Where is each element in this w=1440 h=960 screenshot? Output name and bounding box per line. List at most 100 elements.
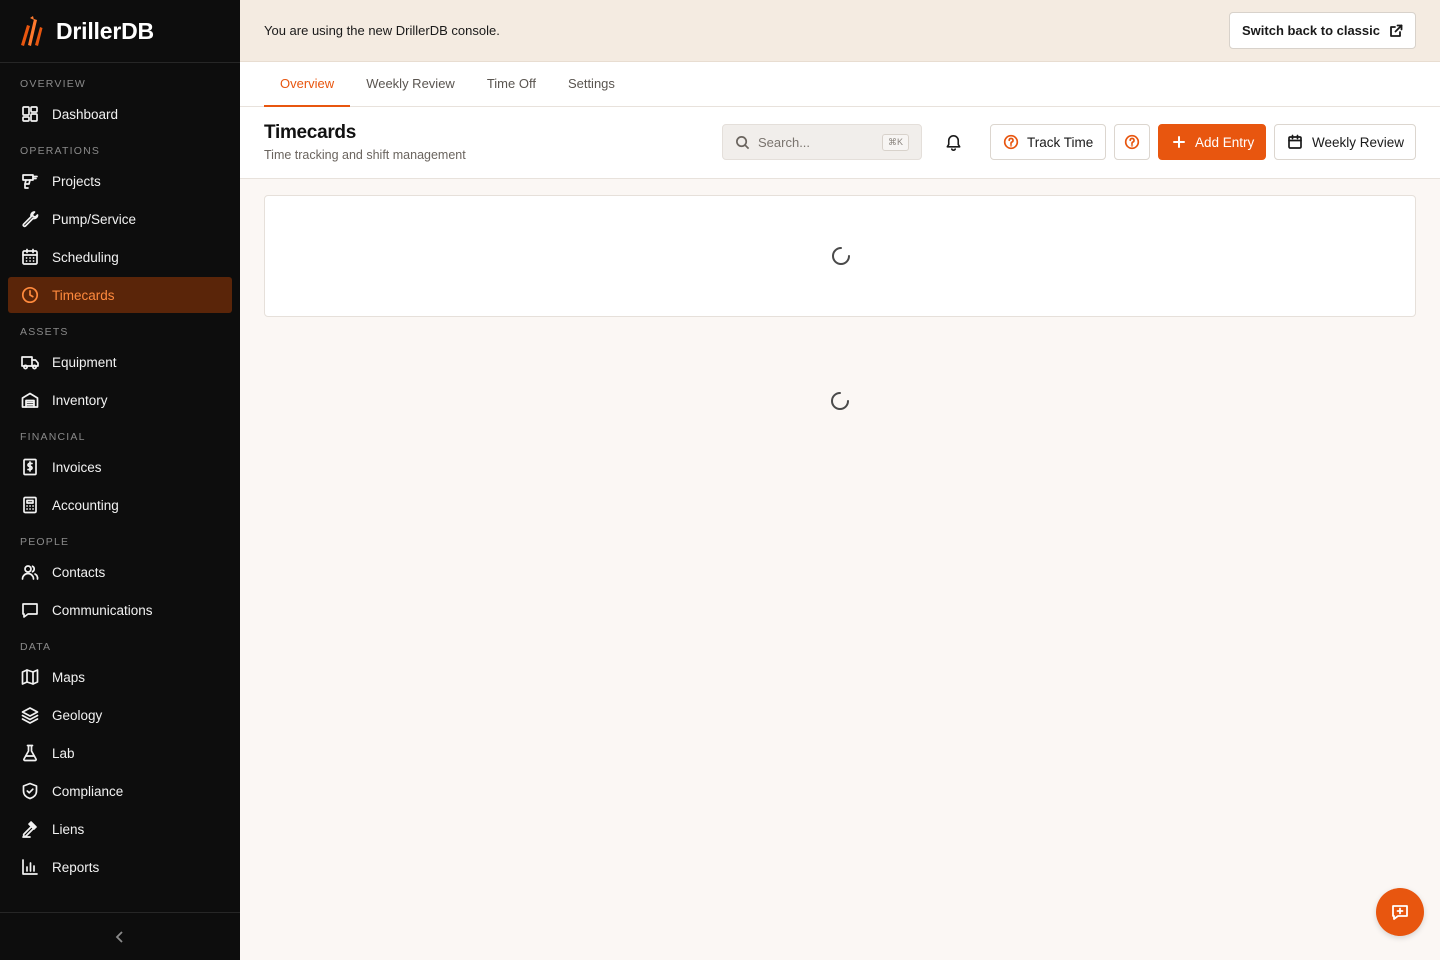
timecards-loading-card [264,195,1416,317]
sidebar-item-equipment[interactable]: Equipment [8,344,232,380]
shield-icon [20,781,40,801]
sidebar-item-label: Contacts [52,564,106,580]
sidebar-item-contacts[interactable]: Contacts [8,554,232,590]
page-tabs: Overview Weekly Review Time Off Settings [240,62,1440,107]
sidebar-item-reports[interactable]: Reports [8,849,232,885]
sidebar-item-compliance[interactable]: Compliance [8,773,232,809]
sidebar-item-inventory[interactable]: Inventory [8,382,232,418]
flask-icon [20,743,40,763]
switch-to-classic-button[interactable]: Switch back to classic [1228,12,1416,49]
weekly-review-label: Weekly Review [1312,134,1405,150]
sidebar-item-label: Projects [52,173,101,189]
nav-group-heading: PEOPLE [20,536,70,548]
nav-group-data: DATA Maps Geology Lab Compliance Liens Reports [8,640,232,885]
nav-group-heading: OVERVIEW [20,78,87,90]
sidebar-item-label: Accounting [52,497,119,513]
nav-group-overview: OVERVIEW Dashboard [8,77,232,132]
sidebar-item-lab[interactable]: Lab [8,735,232,771]
dashboard-icon [20,104,40,124]
message-icon [20,600,40,620]
sidebar-item-projects[interactable]: Projects [8,163,232,199]
drillerdb-logo-icon [19,15,45,47]
nav-group-people: PEOPLE Contacts Communications [8,535,232,628]
nav-group-assets: ASSETS Equipment Inventory [8,325,232,418]
search-shortcut-badge: ⌘K [881,133,909,151]
calculator-icon [20,495,40,515]
sidebar-item-scheduling[interactable]: Scheduling [8,239,232,275]
banner-text: You are using the new DrillerDB console. [264,23,500,38]
sidebar-item-label: Scheduling [52,249,119,265]
sidebar-item-label: Liens [52,821,85,837]
sidebar-item-timecards[interactable]: Timecards [8,277,232,313]
nav-group-heading: OPERATIONS [20,145,101,157]
tab-settings[interactable]: Settings [552,62,631,107]
tab-overview[interactable]: Overview [264,62,351,107]
help-circle-icon [1003,134,1019,150]
search-icon [736,135,750,149]
add-entry-button[interactable]: Add Entry [1158,124,1266,160]
sidebar-item-label: Compliance [52,783,124,799]
help-button[interactable] [1114,124,1150,160]
page-title: Timecards [264,122,357,143]
sidebar-item-pump-service[interactable]: Pump/Service [8,201,232,237]
sidebar-item-label: Inventory [52,392,108,408]
bell-icon [946,134,960,151]
search-placeholder: Search... [758,134,811,150]
track-time-label: Track Time [1027,134,1094,150]
sidebar-item-dashboard[interactable]: Dashboard [8,96,232,132]
gavel-icon [20,819,40,839]
console-banner: You are using the new DrillerDB console.… [240,0,1440,62]
sidebar-item-invoices[interactable]: Invoices [8,449,232,485]
external-link-icon [1390,24,1403,37]
wrench-icon [20,209,40,229]
notifications-button[interactable] [940,129,966,155]
nav-group-financial: FINANCIAL Invoices Accounting [8,430,232,523]
truck-icon [20,352,40,372]
calendar-icon [20,247,40,267]
sidebar-item-label: Reports [52,859,100,875]
nav-group-heading: ASSETS [20,326,69,338]
sidebar-item-communications[interactable]: Communications [8,592,232,628]
weekly-review-button[interactable]: Weekly Review [1274,124,1416,160]
layers-icon [20,705,40,725]
invoice-icon [20,457,40,477]
nav-group-heading: DATA [20,641,52,653]
sidebar-item-label: Timecards [52,287,115,303]
clock-icon [20,285,40,305]
switch-to-classic-label: Switch back to classic [1241,23,1380,38]
feedback-button[interactable] [1376,888,1424,936]
sidebar-item-label: Geology [52,707,103,723]
brand[interactable]: DrillerDB [0,0,240,63]
sidebar-item-label: Equipment [52,354,117,370]
sidebar-item-label: Pump/Service [52,211,137,227]
page-subtitle: Time tracking and shift management [264,148,466,162]
sidebar-item-accounting[interactable]: Accounting [8,487,232,523]
chevron-left-icon [115,930,123,943]
page-header: Timecards Time tracking and shift manage… [240,107,1440,179]
bar-chart-icon [20,857,40,877]
sidebar-item-geology[interactable]: Geology [8,697,232,733]
users-icon [20,562,40,582]
loading-spinner-icon [830,245,852,267]
sidebar-item-label: Communications [52,602,153,618]
loading-spinner-icon [829,390,851,412]
sidebar-item-label: Invoices [52,459,102,475]
calendar-icon [1288,134,1302,149]
sidebar-item-label: Dashboard [52,106,119,122]
warehouse-icon [20,390,40,410]
add-entry-label: Add Entry [1195,134,1255,150]
nav-group-heading: FINANCIAL [20,431,86,443]
brand-name: DrillerDB [56,17,154,44]
help-circle-icon [1124,134,1140,150]
search-input[interactable]: Search... ⌘K [722,124,922,160]
plus-icon [1173,136,1185,148]
sidebar-item-liens[interactable]: Liens [8,811,232,847]
collapse-sidebar-button[interactable] [0,912,240,960]
sidebar-item-maps[interactable]: Maps [8,659,232,695]
sidebar: DrillerDB OVERVIEW Dashboard OPERATIONS Pro… [0,0,240,960]
sidebar-item-label: Lab [52,745,75,761]
map-icon [20,667,40,687]
tab-weekly-review[interactable]: Weekly Review [350,62,471,107]
tab-time-off[interactable]: Time Off [471,62,552,107]
track-time-button[interactable]: Track Time [990,124,1106,160]
